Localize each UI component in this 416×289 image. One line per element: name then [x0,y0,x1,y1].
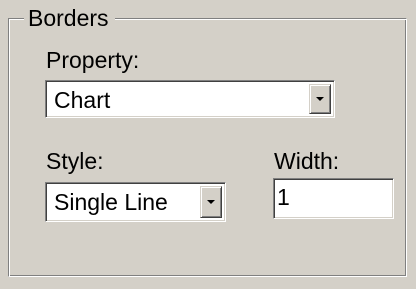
style-dropdown-value: Single Line [54,189,168,215]
chevron-down-icon [207,200,215,204]
property-dropdown[interactable]: Chart [45,80,335,118]
property-dropdown-button[interactable] [309,84,331,114]
style-dropdown-button[interactable] [200,186,222,218]
width-input-value: 1 [277,184,290,210]
borders-groupbox-title: Borders [24,5,115,32]
width-input[interactable]: 1 [273,178,394,219]
property-label: Property: [46,47,140,73]
chevron-down-icon [316,97,324,101]
style-label: Style: [46,148,104,174]
width-label: Width: [274,148,340,174]
property-dropdown-value: Chart [54,87,111,113]
style-dropdown[interactable]: Single Line [45,182,226,222]
